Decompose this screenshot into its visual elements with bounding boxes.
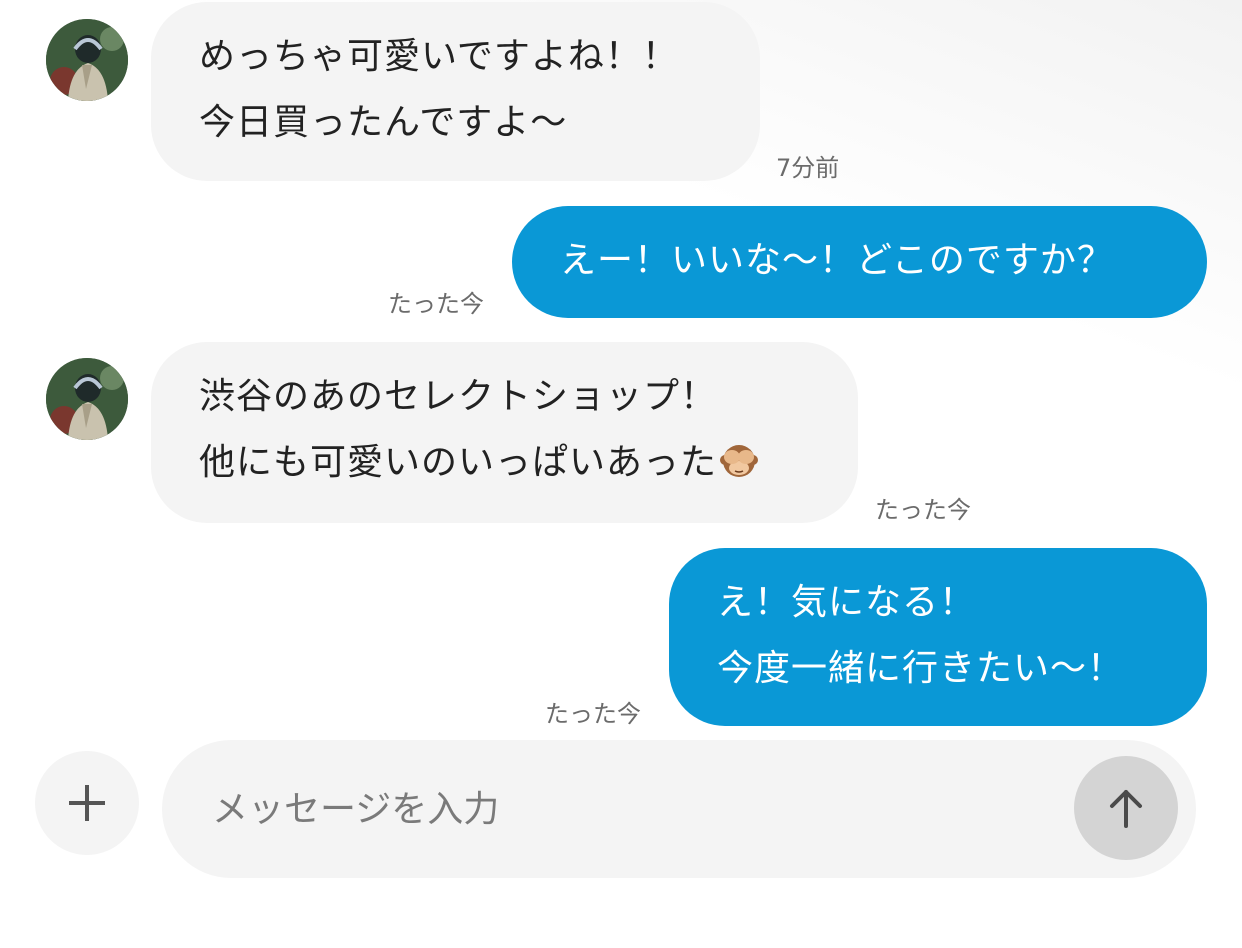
chat-screen: めっちゃ可愛いですよね！！ 今日買ったんですよ〜 7分前 たった今 えー！いいな… bbox=[0, 0, 1242, 948]
see-no-evil-monkey-icon bbox=[720, 445, 759, 477]
message-timestamp: たった今 bbox=[545, 700, 641, 728]
message-timestamp: たった今 bbox=[388, 290, 484, 318]
message-bubble-outgoing[interactable]: え！気になる！ 今度一緒に行きたい〜！ bbox=[669, 548, 1207, 726]
message-text: えー！いいな〜！どこのですか？ bbox=[560, 240, 1114, 281]
plus-icon bbox=[69, 785, 105, 821]
message-bubble-incoming[interactable]: 渋谷のあのセレクトショップ！ 他にも可愛いのいっぱいあった bbox=[151, 342, 858, 523]
message-text: 渋谷のあのセレクトショップ！ bbox=[199, 376, 718, 417]
message-input[interactable] bbox=[210, 770, 1054, 848]
message-text: え！気になる！ bbox=[717, 582, 977, 623]
message-text: めっちゃ可愛いですよね！！ bbox=[199, 36, 679, 77]
avatar[interactable] bbox=[46, 358, 128, 440]
message-text: 今度一緒に行きたい〜！ bbox=[717, 648, 1125, 689]
send-button[interactable] bbox=[1074, 756, 1178, 860]
avatar-photo bbox=[46, 358, 128, 440]
message-timestamp: 7分前 bbox=[776, 154, 840, 182]
avatar[interactable] bbox=[46, 19, 128, 101]
message-timestamp: たった今 bbox=[875, 496, 971, 524]
avatar-photo bbox=[46, 19, 128, 101]
message-text: 今日買ったんですよ〜 bbox=[199, 102, 568, 143]
message-bubble-incoming[interactable]: めっちゃ可愛いですよね！！ 今日買ったんですよ〜 bbox=[151, 2, 760, 181]
arrow-up-icon bbox=[1110, 790, 1142, 828]
message-composer bbox=[162, 740, 1196, 878]
message-text: 他にも可愛いのいっぱいあった bbox=[199, 442, 718, 483]
message-text-line: 他にも可愛いのいっぱいあった bbox=[199, 430, 810, 496]
add-attachment-button[interactable] bbox=[35, 751, 139, 855]
message-bubble-outgoing[interactable]: えー！いいな〜！どこのですか？ bbox=[512, 206, 1207, 318]
